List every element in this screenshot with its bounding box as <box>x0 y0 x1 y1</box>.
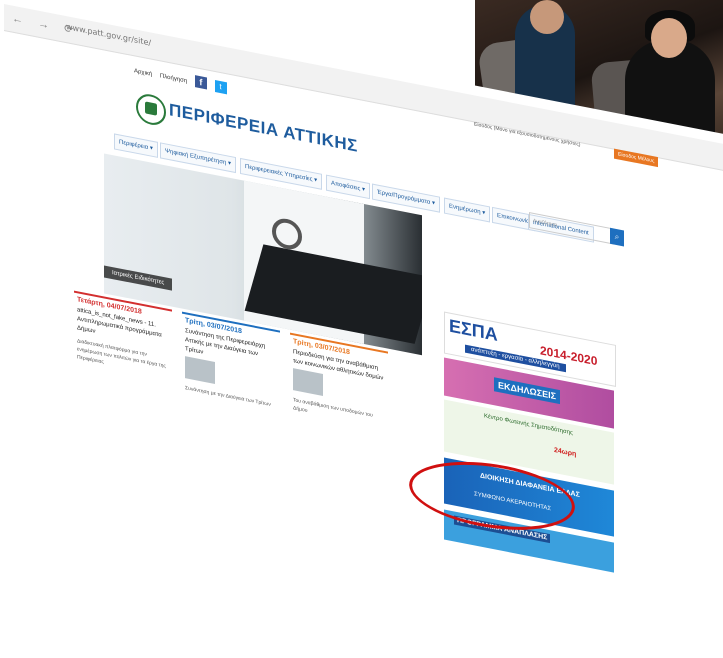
menu-item-region[interactable]: Περιφέρεια ▾ <box>114 133 158 158</box>
person-head <box>530 0 564 34</box>
person-head <box>651 18 687 58</box>
news-card[interactable]: Τρίτη, 03/07/2018 Συνάντηση της Περιφερε… <box>182 311 280 481</box>
search-input[interactable]: Αναζήτηση <box>529 212 614 245</box>
news-card[interactable]: Τετάρτη, 04/07/2018 attica_is_not_fake_n… <box>74 290 172 460</box>
hero-caption[interactable]: Ιατρικές Ειδικότητες <box>104 265 173 291</box>
traffic-center-hours: 24ωρη <box>554 446 577 459</box>
facebook-icon[interactable]: f <box>194 75 207 90</box>
navigation-link[interactable]: Πλοήγηση <box>160 73 187 84</box>
espa-title: ΕΣΠΑ <box>449 315 498 345</box>
menu-item-decisions[interactable]: Αποφάσεις ▾ <box>326 174 371 200</box>
news-text: Του αναβάθμιση των υποδομών του Δήμου <box>293 397 373 419</box>
twitter-icon[interactable]: t <box>214 79 227 95</box>
news-thumbnail[interactable] <box>293 368 323 397</box>
search-icon[interactable]: ⌕ <box>610 227 624 247</box>
region-logo[interactable] <box>136 91 166 128</box>
menu-item-news[interactable]: Ενημέρωση ▾ <box>444 197 491 223</box>
events-title: ΕΚΔΗΛΩΣΕΙΣ <box>494 377 560 405</box>
site-title[interactable]: ΠΕΡΙΦΕΡΕΙΑ ΑΤΤΙΚΗΣ <box>169 100 358 157</box>
news-card[interactable]: Τρίτη, 03/07/2018 Περιοδεύση για την ανα… <box>290 332 388 502</box>
news-text: Συνάντηση με την Διαύγεια των Τρίτων <box>185 385 271 408</box>
home-link[interactable]: Αρχική <box>134 68 152 78</box>
news-thumbnail[interactable] <box>185 356 215 385</box>
